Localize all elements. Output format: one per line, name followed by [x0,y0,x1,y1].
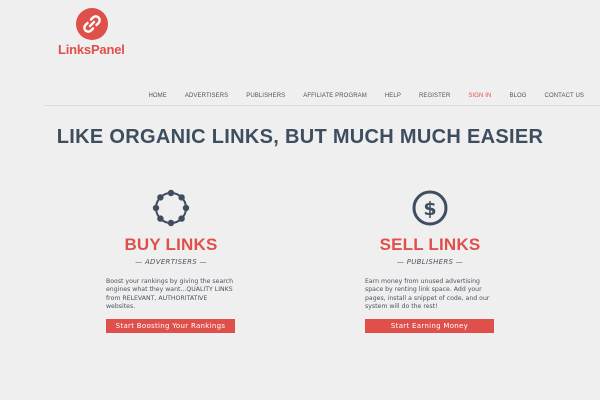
nav-help[interactable]: HELP [385,93,401,99]
sell-links-description: Earn money from unused advertising space… [365,278,490,311]
link-icon [76,8,108,40]
brand-name: LinksPanel [58,42,125,57]
sell-links-title: SELL LINKS [379,235,481,254]
nav-affiliate-program[interactable]: AFFILIATE PROGRAM [303,93,367,99]
buy-links-section: BUY LINKS — ADVERTISERS — Boost your ran… [106,188,236,333]
start-earning-button[interactable]: Start Earning Money [365,318,494,333]
advertisers-subtitle: — ADVERTISERS — [135,258,207,266]
nav-blog[interactable]: BLOG [509,93,526,99]
nav-publishers[interactable]: PUBLISHERS [246,93,285,99]
svg-text:$: $ [423,198,436,220]
nav-advertisers[interactable]: ADVERTISERS [185,93,228,99]
start-boosting-button[interactable]: Start Boosting Your Rankings [106,318,235,333]
buy-links-description: Boost your rankings by giving the search… [106,278,233,311]
main-nav: HOME ADVERTISERS PUBLISHERS AFFILIATE PR… [130,93,584,99]
buy-links-title: BUY LINKS [124,235,218,254]
nav-divider [44,105,600,106]
brand-logo[interactable]: LinksPanel [58,8,128,58]
sell-links-section: $ SELL LINKS — PUBLISHERS — Earn money f… [365,188,495,333]
nav-sign-in[interactable]: SIGN IN [468,93,491,99]
hero-title: LIKE ORGANIC LINKS, BUT MUCH MUCH EASIER [56,126,544,148]
dollar-circle-icon: $ [365,188,495,228]
nav-register[interactable]: REGISTER [419,93,450,99]
nav-home[interactable]: HOME [148,93,166,99]
nav-contact-us[interactable]: CONTACT US [545,93,584,99]
network-circle-icon [106,188,236,228]
publishers-subtitle: — PUBLISHERS — [396,258,464,266]
